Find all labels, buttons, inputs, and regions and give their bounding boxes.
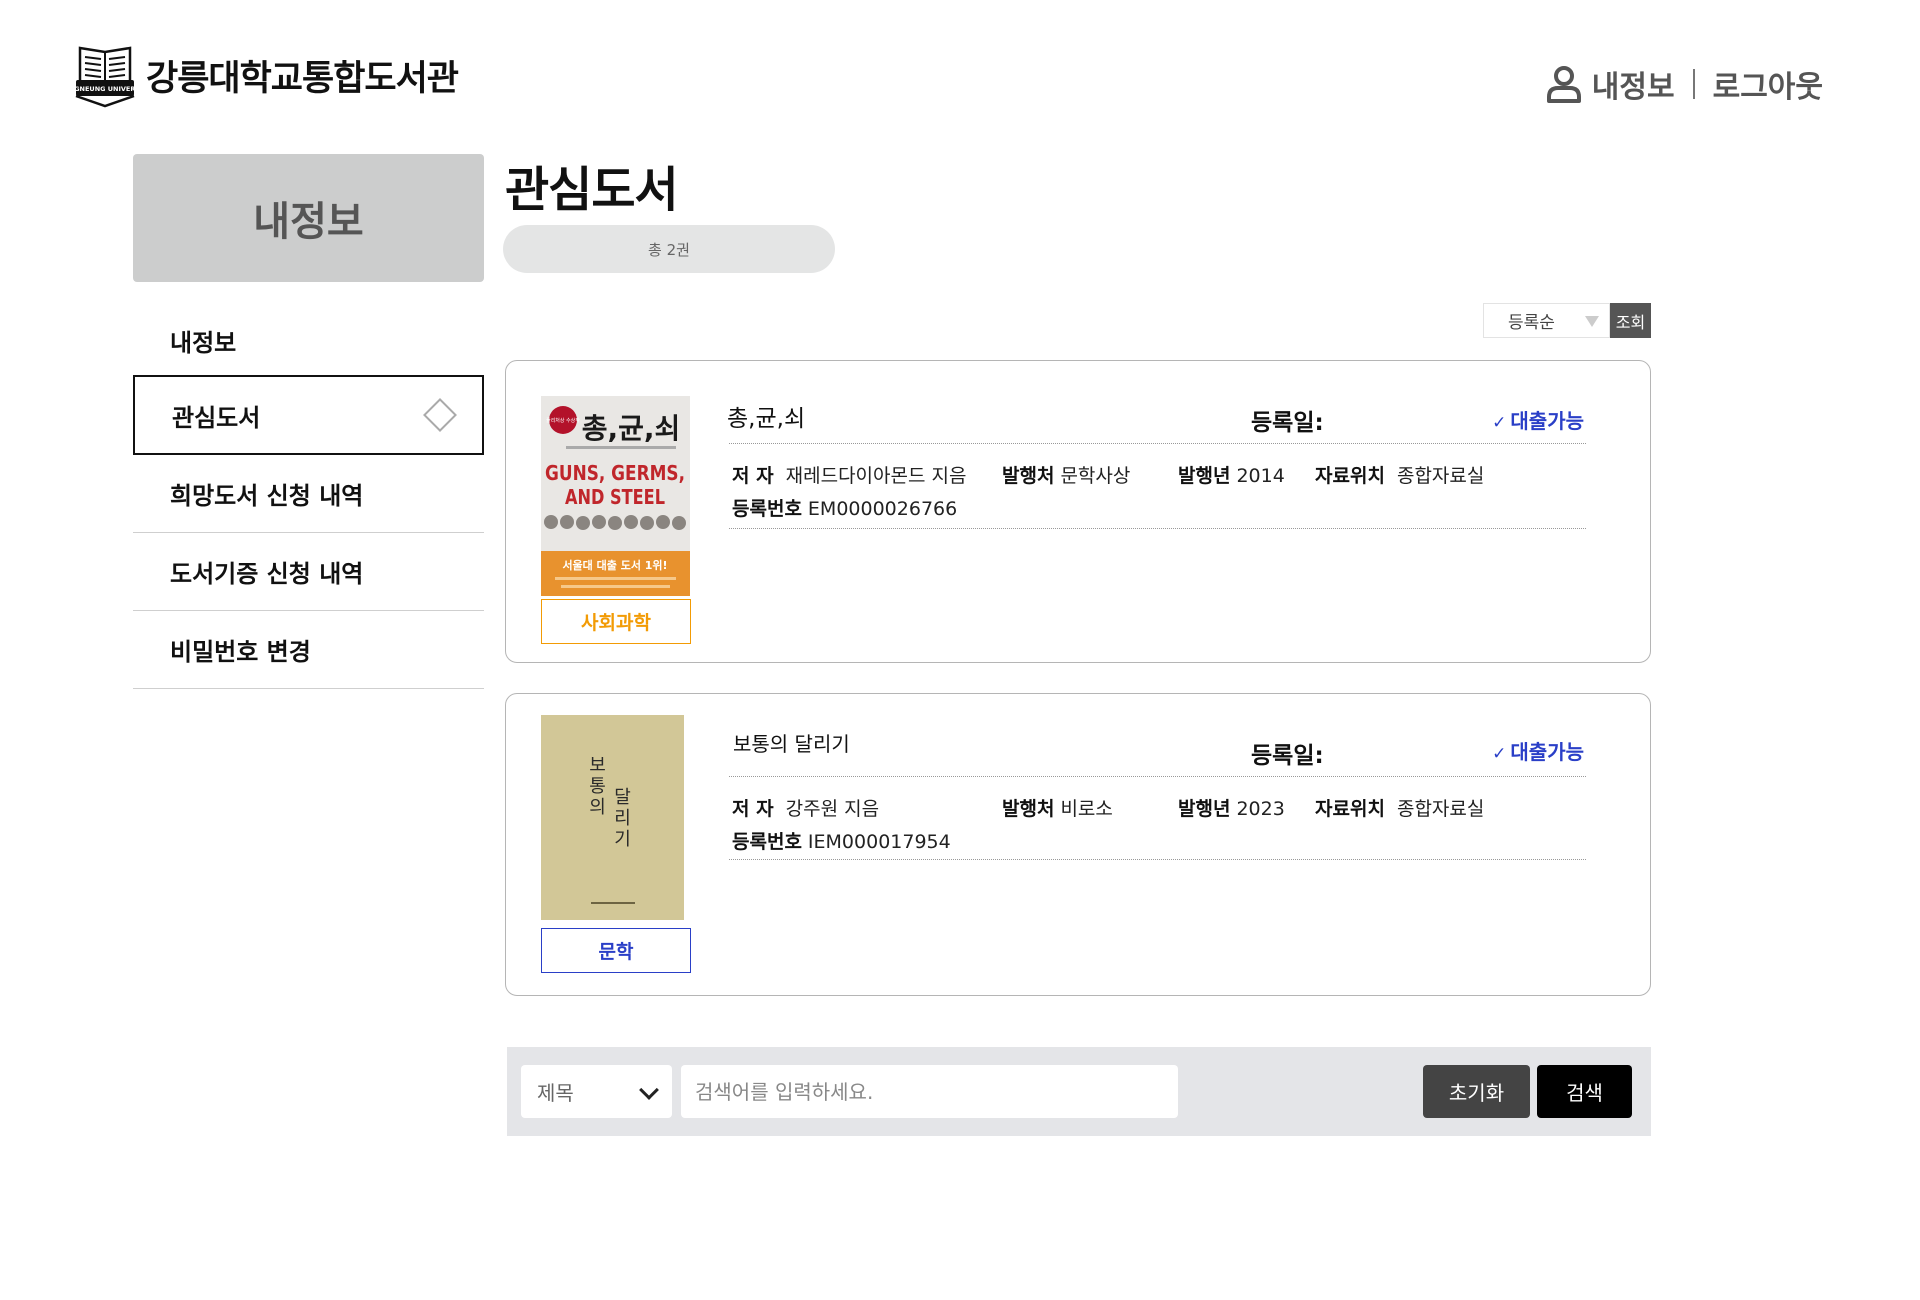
sort-apply-button[interactable]: 조회 xyxy=(1610,303,1651,338)
availability-status: ✓ 대출가능 xyxy=(1492,736,1584,765)
sidebar-item-change-password[interactable]: 비밀번호 변경 xyxy=(133,611,484,689)
sidebar-heading: 내정보 xyxy=(133,154,484,282)
sidebar-item-book-requests[interactable]: 희망도서 신청 내역 xyxy=(133,455,484,533)
page-title: 관심도서 xyxy=(505,162,679,218)
sort-selected-label: 등록순 xyxy=(1508,313,1555,333)
registration-date-label: 등록일: xyxy=(1251,743,1324,769)
author-field: 저 자 강주원 지음 xyxy=(732,798,880,820)
search-field-select[interactable]: 제목 xyxy=(521,1065,672,1118)
chevron-down-icon xyxy=(639,1080,659,1100)
book-cover-image: 보통의 달리기 xyxy=(541,715,684,920)
year-field: 발행년 2023 xyxy=(1178,798,1285,820)
search-button[interactable]: 검색 xyxy=(1537,1065,1632,1118)
author-field: 저 자 재레드다이아몬드 지음 xyxy=(732,465,967,487)
divider xyxy=(729,528,1586,529)
user-nav: 내정보 로그아웃 xyxy=(1544,62,1823,106)
svg-text:GUNS, GERMS,: GUNS, GERMS, xyxy=(545,461,685,485)
category-label: 사회과학 xyxy=(581,612,651,634)
divider xyxy=(729,776,1586,777)
divider xyxy=(729,443,1586,444)
sidebar-item-label: 도서기증 신청 내역 xyxy=(170,560,364,588)
user-icon xyxy=(1546,66,1581,103)
sidebar-item-label: 내정보 xyxy=(170,328,237,357)
search-field-selected: 제목 xyxy=(537,1081,574,1105)
svg-text:보통의: 보통의 xyxy=(586,755,607,818)
book-card: 퓰리처상 수상작 총,균,쇠 GUNS, GERMS, AND STEEL 서울… xyxy=(505,360,1651,663)
nav-divider xyxy=(1692,69,1695,99)
svg-text:AND STEEL: AND STEEL xyxy=(565,485,665,509)
search-bar: 제목 초기화 검색 xyxy=(507,1047,1651,1136)
availability-label: 대출가능 xyxy=(1510,740,1584,764)
category-tag[interactable]: 사회과학 xyxy=(541,599,691,644)
svg-text:달리기: 달리기 xyxy=(611,787,632,850)
university-logo-icon: GANGNEUNG UNIVERSITY xyxy=(74,46,136,108)
divider xyxy=(729,859,1586,860)
sort-controls: 등록순 조회 xyxy=(1483,303,1651,338)
svg-text:총,균,쇠: 총,균,쇠 xyxy=(582,412,681,445)
location-field: 자료위치 종합자료실 xyxy=(1315,798,1485,820)
header: GANGNEUNG UNIVERSITY 강릉대학교통합도서관 내정보 로그아웃 xyxy=(0,0,1920,130)
category-label: 문학 xyxy=(598,941,634,963)
check-icon: ✓ xyxy=(1492,413,1507,433)
book-card: 보통의 달리기 문학 보통의 달리기 등록일: ✓ 대출가능 저 자 강주원 지음… xyxy=(505,693,1651,996)
library-title: 강릉대학교통합도서관 xyxy=(146,58,459,99)
reset-button[interactable]: 초기화 xyxy=(1423,1065,1530,1118)
book-cover-image: 퓰리처상 수상작 총,균,쇠 GUNS, GERMS, AND STEEL xyxy=(541,396,690,551)
book-cover[interactable]: 퓰리처상 수상작 총,균,쇠 GUNS, GERMS, AND STEEL 서울… xyxy=(541,396,690,596)
sidebar-item-my-info[interactable]: 내정보 xyxy=(133,305,484,375)
sidebar-item-donation-requests[interactable]: 도서기증 신청 내역 xyxy=(133,533,484,611)
book-cover[interactable]: 보통의 달리기 xyxy=(541,715,690,920)
sidebar-menu: 내정보 관심도서 희망도서 신청 내역 도서기증 신청 내역 비밀번호 변경 xyxy=(133,305,484,689)
registration-number-field: 등록번호 IEM000017954 xyxy=(732,831,951,853)
publisher-field: 발행처 문학사상 xyxy=(1002,465,1131,487)
book-count-badge: 총 2권 xyxy=(503,225,835,273)
svg-text:GANGNEUNG UNIVERSITY: GANGNEUNG UNIVERSITY xyxy=(74,85,136,93)
year-field: 발행년 2014 xyxy=(1178,465,1285,487)
book-title[interactable]: 총,균,쇠 xyxy=(727,399,805,433)
location-field: 자료위치 종합자료실 xyxy=(1315,465,1485,487)
sidebar-item-label: 관심도서 xyxy=(172,403,261,432)
registration-number-field: 등록번호 EM0000026766 xyxy=(732,498,958,520)
my-info-link[interactable]: 내정보 xyxy=(1592,62,1675,106)
sidebar-item-favorite-books[interactable]: 관심도서 xyxy=(133,375,484,455)
check-icon: ✓ xyxy=(1492,744,1507,764)
category-tag[interactable]: 문학 xyxy=(541,928,691,973)
availability-label: 대출가능 xyxy=(1510,409,1584,433)
search-input[interactable] xyxy=(681,1065,1178,1118)
availability-status: ✓ 대출가능 xyxy=(1492,405,1584,434)
sort-select[interactable]: 등록순 xyxy=(1483,303,1610,338)
diamond-icon xyxy=(423,398,457,432)
caret-down-icon xyxy=(1585,316,1599,327)
sidebar-item-label: 희망도서 신청 내역 xyxy=(170,482,364,510)
book-title[interactable]: 보통의 달리기 xyxy=(733,728,850,757)
svg-text:퓰리처상 수상작: 퓰리처상 수상작 xyxy=(546,417,580,424)
logout-link[interactable]: 로그아웃 xyxy=(1713,62,1823,106)
book-cover-band: 서울대 대출 도서 1위! xyxy=(541,551,690,596)
svg-text:서울대 대출 도서 1위!: 서울대 대출 도서 1위! xyxy=(562,558,667,572)
logo[interactable]: GANGNEUNG UNIVERSITY 강릉대학교통합도서관 xyxy=(74,42,459,108)
registration-date-label: 등록일: xyxy=(1251,410,1324,436)
publisher-field: 발행처 비로소 xyxy=(1002,798,1113,820)
sidebar-item-label: 비밀번호 변경 xyxy=(170,638,311,666)
